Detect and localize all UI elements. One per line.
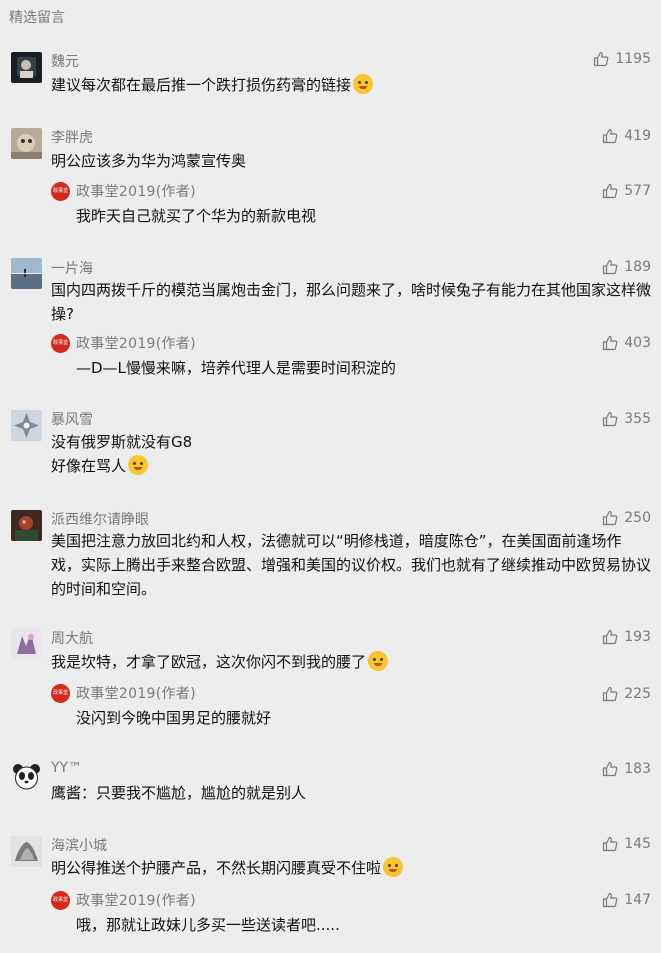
reply-author-name[interactable]: 政事堂2019(作者)	[76, 890, 196, 910]
thumbs-up-icon	[603, 686, 618, 702]
avatar[interactable]	[11, 761, 42, 792]
commenter-name[interactable]: 海滨小城	[51, 835, 107, 855]
like-count: 250	[624, 510, 651, 526]
like-count: 419	[624, 128, 651, 144]
thumbs-up-icon	[603, 761, 618, 777]
thumbs-up-icon	[603, 510, 618, 526]
like-count: 183	[624, 761, 651, 777]
like-button[interactable]: 145	[602, 836, 651, 852]
author-logo: 政事堂	[51, 891, 70, 910]
commenter-name[interactable]: 派西维尔请睁眼	[51, 509, 149, 529]
thumbs-up-icon	[603, 259, 618, 275]
like-button[interactable]: 183	[602, 761, 651, 777]
comment-text-body: 我是坎特，才拿了欧冠，这次你闪不到我的腰了	[51, 653, 367, 671]
thumbs-up-icon	[603, 335, 618, 351]
avatar[interactable]	[11, 52, 42, 83]
author-logo: 政事堂	[51, 182, 70, 201]
comment-text: 没有俄罗斯就没有G8 好像在骂人	[51, 430, 651, 478]
reply-text: —D—L慢慢来嘛，培养代理人是需要时间积淀的	[76, 359, 396, 377]
shy-emoji-icon	[383, 857, 404, 877]
grin-emoji-icon	[368, 651, 389, 671]
avatar[interactable]	[11, 836, 42, 867]
author-logo: 政事堂	[51, 684, 70, 703]
comment-text: 建议每次都在最后推一个跌打损伤药膏的链接	[51, 73, 651, 97]
reply-text: 哦，那就让政妹儿多买一些送读者吧.....	[76, 916, 340, 934]
like-count: 145	[624, 836, 651, 852]
like-count: 355	[624, 411, 651, 427]
comment-text: 我是坎特，才拿了欧冠，这次你闪不到我的腰了	[51, 650, 651, 674]
comment-text-body: 明公得推送个护腰产品，不然长期闪腰真受不住啦	[51, 859, 382, 877]
commenter-name[interactable]: 李胖虎	[51, 127, 93, 147]
like-button[interactable]: 355	[602, 411, 651, 427]
author-logo: 政事堂	[51, 334, 70, 353]
comment-text-line: 好像在骂人	[51, 454, 651, 478]
avatar[interactable]	[11, 410, 42, 441]
thumbs-up-icon	[603, 836, 618, 852]
commenter-name[interactable]: 周大航	[51, 628, 93, 648]
section-title: 精选留言	[9, 10, 65, 26]
avatar[interactable]	[11, 258, 42, 289]
comment-text-body: 好像在骂人	[51, 457, 127, 475]
facepalm-emoji-icon	[128, 455, 149, 475]
like-count: 1195	[615, 51, 651, 67]
commenter-name[interactable]: 一片海	[51, 258, 93, 278]
commenter-name[interactable]: 暴风雪	[51, 409, 93, 429]
comment-text: 美国把注意力放回北约和人权，法德就可以“明修栈道，暗度陈仓”，在美国面前逢场作戏…	[51, 532, 652, 598]
like-button[interactable]: 419	[602, 128, 651, 144]
like-button[interactable]: 403	[602, 335, 651, 351]
thumbs-up-icon	[594, 51, 609, 67]
comment-text: 国内四两拨千斤的模范当属炮击金门，那么问题来了，啥时候兔子有能力在其他国家这样微…	[51, 281, 652, 323]
like-button[interactable]: 225	[602, 686, 651, 702]
like-button[interactable]: 147	[602, 892, 651, 908]
comment-text: 明公应该多为华为鸿蒙宣传奥	[51, 152, 247, 170]
like-button[interactable]: 250	[602, 510, 651, 526]
commenter-name[interactable]: 魏元	[51, 51, 79, 71]
comment-text: 明公得推送个护腰产品，不然长期闪腰真受不住啦	[51, 856, 651, 880]
avatar[interactable]	[11, 128, 42, 159]
like-count: 189	[624, 259, 651, 275]
thumbs-up-icon	[603, 183, 618, 199]
reply-author-name[interactable]: 政事堂2019(作者)	[76, 181, 196, 201]
reply-text: 我昨天自己就买了个华为的新款电视	[76, 207, 317, 225]
avatar[interactable]	[11, 628, 42, 659]
reply-author-name[interactable]: 政事堂2019(作者)	[76, 683, 196, 703]
like-count: 225	[624, 686, 651, 702]
avatar[interactable]	[11, 510, 42, 541]
like-button[interactable]: 193	[602, 629, 651, 645]
thumbs-up-icon	[603, 411, 618, 427]
like-count: 193	[624, 629, 651, 645]
thumbs-up-icon	[603, 128, 618, 144]
comment-text-body: 建议每次都在最后推一个跌打损伤药膏的链接	[51, 76, 352, 94]
like-button[interactable]: 189	[602, 259, 651, 275]
like-count: 147	[624, 892, 651, 908]
thumbs-up-icon	[603, 892, 618, 908]
reply-text: 没闪到今晚中国男足的腰就好	[76, 709, 272, 727]
like-button[interactable]: 1195	[593, 51, 651, 67]
like-count: 403	[624, 335, 651, 351]
comment-text-line: 没有俄罗斯就没有G8	[51, 433, 193, 451]
thumbs-up-icon	[603, 629, 618, 645]
comment-text: 鹰酱：只要我不尴尬，尴尬的就是别人	[51, 784, 307, 802]
smirk-emoji-icon	[353, 74, 374, 94]
like-count: 577	[624, 183, 651, 199]
reply-author-name[interactable]: 政事堂2019(作者)	[76, 333, 196, 353]
commenter-name[interactable]: YY™	[51, 760, 82, 776]
like-button[interactable]: 577	[602, 183, 651, 199]
